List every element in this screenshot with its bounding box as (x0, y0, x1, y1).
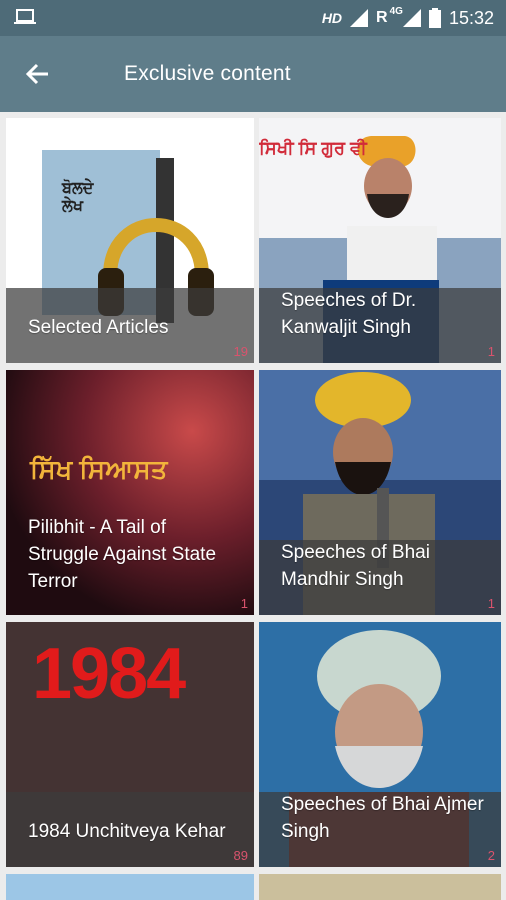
tile-partial-right[interactable] (259, 874, 501, 900)
laptop-icon (14, 9, 36, 24)
item-count: 89 (233, 848, 248, 863)
tile-pilibhit[interactable]: ਸਿੱਖ ਸਿਆਸਤ Pilibhit - A Tail of Struggle… (6, 370, 254, 615)
tile-caption: Pilibhit - A Tail of Struggle Against St… (28, 517, 217, 592)
item-count: 1 (240, 596, 248, 611)
tile-caption: Speeches of Bhai Ajmer Singh (281, 794, 484, 842)
signal-icon-2 (402, 9, 421, 27)
tile-selected-articles[interactable]: ਬੋਲਦੇ ਲੇਖ Selected Articles 19 (6, 118, 254, 363)
content-grid: ਬੋਲਦੇ ਲੇਖ Selected Articles 19 ਸਿਖੀ ਸਿ ਗ… (0, 112, 506, 900)
tile-art-text: ਬੋਲਦੇ ਲੇਖ (62, 180, 94, 215)
tile-art-text: ਸਿਖੀ ਸਿ ਗੁਰ ਵੀ (259, 138, 367, 158)
back-arrow-icon[interactable] (22, 58, 54, 90)
item-count: 1 (487, 344, 495, 359)
page-title: Exclusive content (124, 62, 291, 85)
tile-art-text: ਸਿੱਖ ਸਿਆਸਤ (30, 454, 168, 484)
tile-art-text: 1984 (32, 634, 186, 714)
app-bar: Exclusive content (0, 36, 506, 112)
status-indicators: HD R 4G 15:32 (321, 5, 494, 28)
tile-caption: Speeches of Bhai Mandhir Singh (281, 542, 430, 590)
status-bar: HD R 4G 15:32 (0, 0, 506, 36)
battery-icon (428, 8, 441, 28)
tile-art-partial-left (6, 874, 254, 900)
item-count: 19 (233, 344, 248, 359)
tile-caption: Speeches of Dr. Kanwaljit Singh (281, 290, 417, 338)
tile-speeches-ajmer-singh[interactable]: Speeches of Bhai Ajmer Singh 2 (259, 622, 501, 867)
network-4g-label: 4G (389, 5, 403, 17)
tile-1984-unchitveya-kehar[interactable]: 1984 1984 Unchitveya Kehar 89 (6, 622, 254, 867)
tile-partial-left[interactable] (6, 874, 254, 900)
item-count: 2 (487, 848, 495, 863)
signal-icon (350, 9, 369, 27)
network-hd-label: HD (321, 10, 343, 26)
tile-art-partial-right (259, 874, 501, 900)
tile-speeches-mandhir-singh[interactable]: Speeches of Bhai Mandhir Singh 1 (259, 370, 501, 615)
item-count: 1 (487, 596, 495, 611)
tile-caption: Selected Articles (28, 317, 169, 338)
clock: 15:32 (448, 7, 494, 28)
network-r-label: R (376, 9, 388, 26)
tile-speeches-kanwaljit-singh[interactable]: ਸਿਖੀ ਸਿ ਗੁਰ ਵੀ Speeches of Dr. Kanwaljit… (259, 118, 501, 363)
tile-caption: 1984 Unchitveya Kehar (28, 821, 226, 842)
